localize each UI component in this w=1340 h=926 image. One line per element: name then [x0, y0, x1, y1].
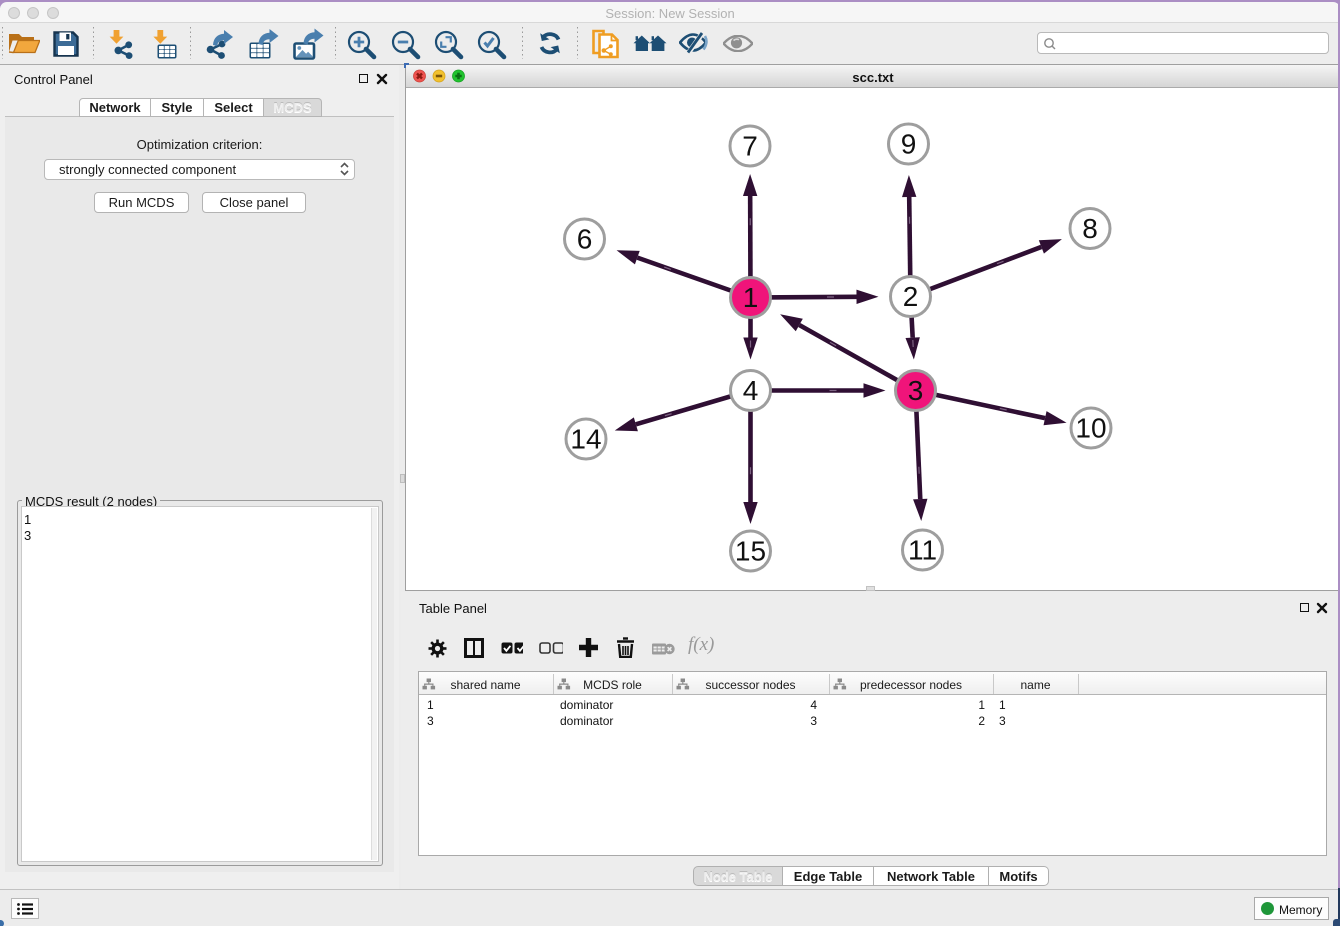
svg-text:3: 3: [908, 375, 924, 406]
svg-text:6: 6: [577, 224, 593, 255]
svg-text:14: 14: [570, 424, 601, 455]
svg-text:8: 8: [1082, 213, 1098, 244]
svg-text:4: 4: [743, 375, 759, 406]
svg-text:10: 10: [1075, 413, 1106, 444]
svg-text:11: 11: [908, 535, 937, 566]
svg-text:9: 9: [901, 129, 917, 160]
svg-text:15: 15: [735, 536, 766, 567]
svg-text:7: 7: [742, 131, 758, 162]
svg-text:2: 2: [903, 281, 919, 312]
svg-text:1: 1: [743, 282, 759, 313]
